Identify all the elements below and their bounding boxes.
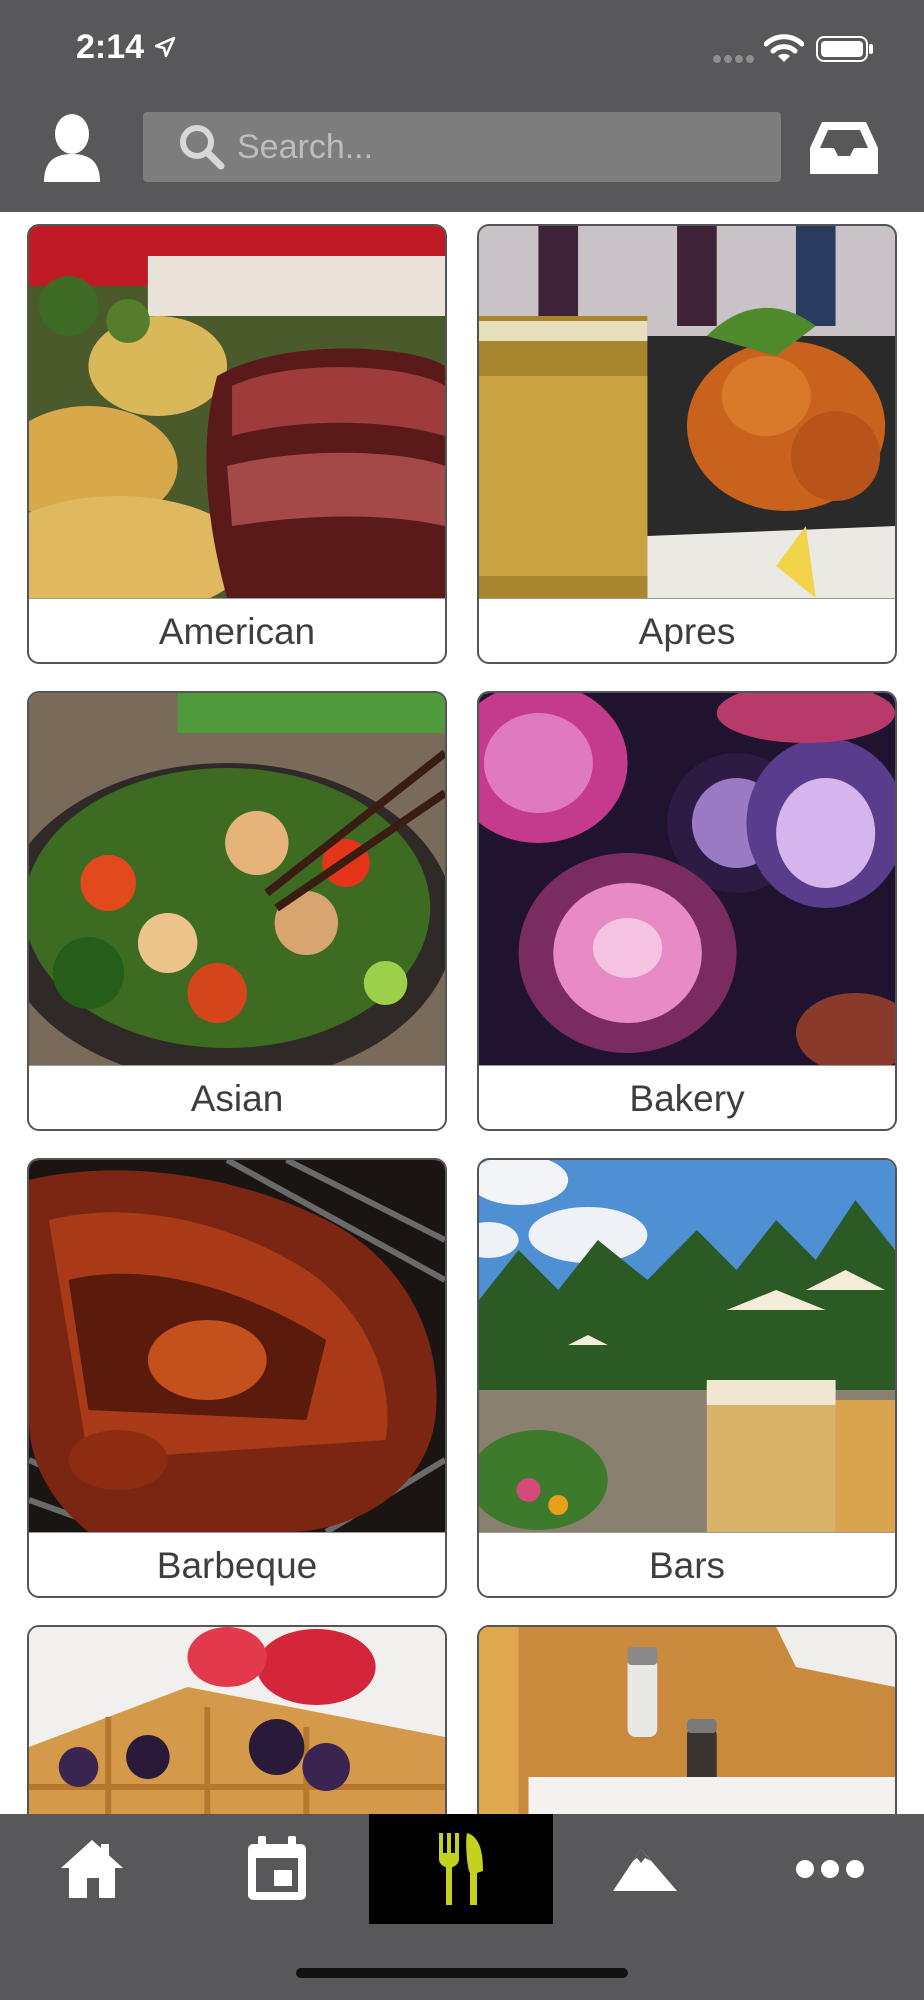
patio-beer-photo bbox=[479, 1160, 895, 1532]
category-card-apres[interactable]: Apres bbox=[477, 224, 897, 664]
user-icon bbox=[44, 114, 100, 182]
wood-table-shakers-photo bbox=[479, 1627, 895, 1814]
search-input[interactable] bbox=[237, 127, 737, 167]
profile-button[interactable] bbox=[40, 112, 104, 184]
tab-calendar[interactable] bbox=[185, 1814, 369, 1924]
location-arrow-icon bbox=[154, 36, 176, 58]
search-bar[interactable] bbox=[143, 112, 781, 182]
tab-home[interactable] bbox=[0, 1814, 184, 1924]
wifi-icon bbox=[764, 34, 804, 62]
grilled-ribs-photo bbox=[29, 1160, 445, 1532]
header: 2:14 bbox=[0, 0, 924, 212]
category-card-american[interactable]: American bbox=[27, 224, 447, 664]
home-indicator bbox=[296, 1968, 628, 1978]
calendar-icon bbox=[248, 1836, 306, 1900]
tab-mountain[interactable] bbox=[553, 1814, 737, 1924]
category-card-bars[interactable]: Bars bbox=[477, 1158, 897, 1598]
beer-fried-shrimp-photo bbox=[479, 226, 895, 598]
stir-fry-photo bbox=[29, 693, 445, 1065]
fork-knife-icon bbox=[439, 1833, 483, 1905]
mountain-icon bbox=[613, 1849, 677, 1891]
category-grid: American Apres Asian Bakery Barbeque Bar… bbox=[0, 212, 924, 1814]
category-label: Bakery bbox=[479, 1065, 895, 1129]
tab-more[interactable] bbox=[738, 1814, 922, 1924]
category-card[interactable] bbox=[477, 1625, 897, 1814]
category-label: Asian bbox=[29, 1065, 445, 1129]
inbox-tray-icon bbox=[810, 122, 878, 174]
search-icon bbox=[180, 125, 225, 170]
category-card[interactable] bbox=[27, 1625, 447, 1814]
tab-dining[interactable] bbox=[369, 1814, 553, 1924]
battery-icon bbox=[816, 36, 873, 62]
inbox-button[interactable] bbox=[808, 118, 880, 178]
category-label: Barbeque bbox=[29, 1532, 445, 1596]
home-icon bbox=[61, 1840, 123, 1898]
more-icon bbox=[796, 1860, 864, 1878]
cellular-signal-icon bbox=[713, 55, 754, 63]
category-label: Bars bbox=[479, 1532, 895, 1596]
category-label: American bbox=[29, 598, 445, 662]
status-bar: 2:14 bbox=[0, 0, 924, 100]
pink-glass-bowls-photo bbox=[479, 693, 895, 1065]
steak-potatoes-photo bbox=[29, 226, 445, 598]
status-time: 2:14 bbox=[76, 28, 145, 66]
category-label: Apres bbox=[479, 598, 895, 662]
category-card-asian[interactable]: Asian bbox=[27, 691, 447, 1131]
category-card-bakery[interactable]: Bakery bbox=[477, 691, 897, 1131]
category-card-barbeque[interactable]: Barbeque bbox=[27, 1158, 447, 1598]
waffles-berries-photo bbox=[29, 1627, 445, 1814]
